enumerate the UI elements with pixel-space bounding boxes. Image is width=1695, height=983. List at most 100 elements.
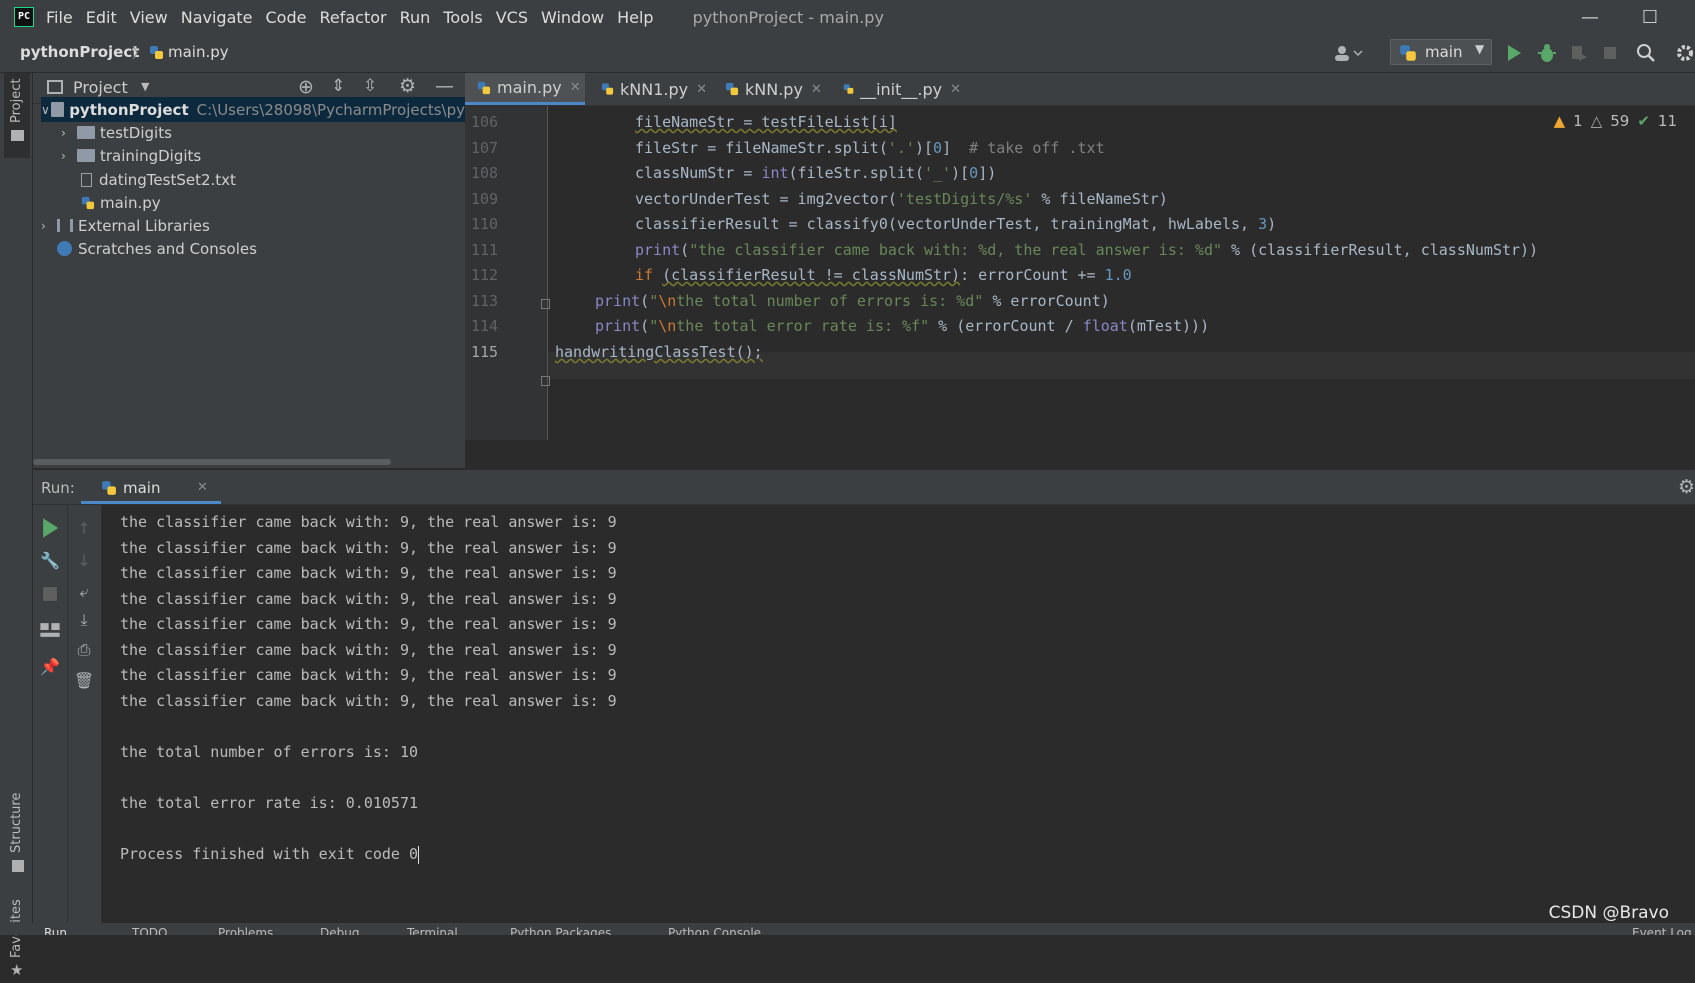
code-line-113[interactable]: print("\nthe total number of errors is: … [595,292,1110,310]
code-line-115[interactable]: handwritingClassTest(); [555,343,763,361]
code-line-114[interactable]: print("\nthe total error rate is: %f" % … [595,317,1209,335]
menu-run[interactable]: Run [400,8,431,27]
inspection-widget[interactable]: ▲ 1 △ 59 ✔ 11 [1554,112,1677,130]
menu-tools[interactable]: Tools [443,8,482,27]
stop-icon[interactable] [39,583,61,605]
soft-wrap-icon[interactable]: ⤶ [73,581,95,603]
code-line-109[interactable]: vectorUnderTest = img2vector('testDigits… [635,190,1168,208]
menu-code[interactable]: Code [266,8,307,27]
breadcrumb-project[interactable]: pythonProject [20,43,139,61]
breadcrumb-file[interactable]: main.py [168,43,229,61]
typo-count: 11 [1657,112,1677,130]
settings-gear-icon[interactable] [1675,43,1695,63]
code-line-108[interactable]: classNumStr = int(fileStr.split('_')[0]) [635,164,996,182]
arrow-down-icon[interactable]: ↓ [73,549,95,571]
tab-init-py[interactable]: __init__.py ✕ [831,73,961,105]
rerun-icon[interactable] [39,517,61,539]
code-line-107[interactable]: fileStr = fileNameStr.split('.')[0] # ta… [635,139,1105,157]
layout-icon[interactable] [39,619,61,641]
run-icon[interactable] [1506,44,1522,62]
bottom-tab-terminal[interactable]: Terminal [407,923,458,935]
tree-item-test-digits[interactable]: › testDigits [61,120,172,145]
menu-vcs[interactable]: VCS [496,8,528,27]
tree-item-training-digits[interactable]: › trainingDigits [61,143,201,168]
fold-marker-icon[interactable] [541,299,550,309]
bottom-tab-problems[interactable]: Problems [218,923,273,935]
chevron-down-icon[interactable]: ∨ [41,103,51,117]
gear-icon[interactable]: ⚙ [1678,476,1695,498]
tab-knn-py[interactable]: kNN.py ✕ [713,73,825,105]
search-icon[interactable] [1636,43,1656,63]
run-tab-main[interactable]: main ✕ [81,470,221,504]
horizontal-scrollbar[interactable] [33,459,391,465]
debug-icon[interactable] [1538,43,1556,63]
python-icon [102,481,116,495]
line-number: 107 [471,139,499,157]
bottom-tab-debug[interactable]: Debug [320,923,359,935]
bottom-tab-python-packages[interactable]: Python Packages [510,923,611,935]
chevron-right-icon[interactable]: › [41,219,57,233]
code-line-111[interactable]: print("the classifier came back with: %d… [635,241,1538,259]
code-line-112[interactable]: if (classifierResult != classNumStr): er… [635,266,1132,284]
fold-marker-icon[interactable] [541,376,550,386]
project-tool-tab[interactable]: Project [4,73,30,158]
close-icon[interactable]: ✕ [950,82,961,97]
hide-panel-icon[interactable]: — [435,75,454,97]
maximize-icon[interactable]: ☐ [1625,0,1675,34]
code-line-106[interactable]: fileNameStr = testFileList[i] [635,113,897,131]
bottom-tab-run[interactable]: Run [44,923,67,935]
menu-help[interactable]: Help [617,8,653,27]
tree-item-main-py[interactable]: main.py [81,190,161,215]
print-icon[interactable]: ⎙ [73,639,95,661]
trash-icon[interactable]: 🗑 [73,669,95,691]
tree-item-external-libraries[interactable]: › External Libraries [41,213,210,238]
code-text: % errorCount) [983,292,1110,310]
chevron-right-icon[interactable]: › [61,126,77,140]
collapse-all-icon[interactable]: ⇳ [363,76,377,96]
console-output[interactable]: the classifier came back with: 9, the re… [120,505,1680,923]
coverage-icon[interactable] [1570,44,1588,62]
code-escape: \n [658,317,677,335]
editor-tab-bar: main.py ✕ kNN1.py ✕ kNN.py ✕ __init__.py… [465,73,1695,106]
stop-icon[interactable] [1603,46,1617,60]
bottom-tab-event-log[interactable]: Event Log [1632,923,1692,935]
code-text: (mTest))) [1127,317,1210,335]
chevron-right-icon[interactable]: › [61,149,77,163]
code-line-110[interactable]: classifierResult = classify0(vectorUnder… [635,215,1276,233]
chevron-down-icon[interactable]: ▼ [141,80,149,93]
folder-icon [51,102,65,117]
close-icon[interactable]: ✕ [197,480,208,495]
bottom-tab-todo[interactable]: TODO [132,923,167,935]
menu-refactor[interactable]: Refactor [319,8,386,27]
tab-knn1-py[interactable]: kNN1.py ✕ [589,73,707,105]
menu-window[interactable]: Window [541,8,604,27]
code-text: ( [640,292,650,310]
minimize-icon[interactable]: — [1565,0,1615,34]
project-panel-title[interactable]: Project [73,78,128,97]
wrench-icon[interactable]: 🔧 [39,549,61,571]
close-icon[interactable]: ✕ [570,80,581,95]
tree-item-python-project[interactable]: ∨ pythonProject C:\Users\28098\PycharmPr… [41,97,465,122]
run-configuration-select[interactable]: main ▼ [1390,39,1492,65]
close-icon[interactable]: ✕ [696,82,707,97]
scroll-to-end-icon[interactable]: ⤓ [73,609,95,631]
tab-main-py[interactable]: main.py ✕ [465,73,585,105]
bottom-tab-python-console[interactable]: Python Console [668,923,761,935]
menu-file[interactable]: File [46,8,73,27]
line-number-gutter: 106 107 108 109 110 111 112 113 114 115 [465,106,550,440]
menu-edit[interactable]: Edit [86,8,117,27]
menu-view[interactable]: View [130,8,168,27]
code-text: ]) [978,164,997,182]
pin-icon[interactable]: 📌 [39,655,61,677]
expand-all-icon[interactable]: ⇕ [331,76,345,96]
tree-item-dating-test-set[interactable]: datingTestSet2.txt [81,167,236,192]
user-icon[interactable] [1334,44,1364,62]
structure-tool-tab[interactable]: Structure [4,713,30,873]
arrow-up-icon[interactable]: ↑ [73,517,95,539]
gear-icon[interactable]: ⚙ [399,75,416,97]
locate-target-icon[interactable]: ⊕ [298,76,314,98]
menu-navigate[interactable]: Navigate [181,8,253,27]
close-icon[interactable]: ✕ [811,82,822,97]
tree-item-label: trainingDigits [100,146,202,165]
tree-item-scratches[interactable]: Scratches and Consoles [57,236,257,261]
